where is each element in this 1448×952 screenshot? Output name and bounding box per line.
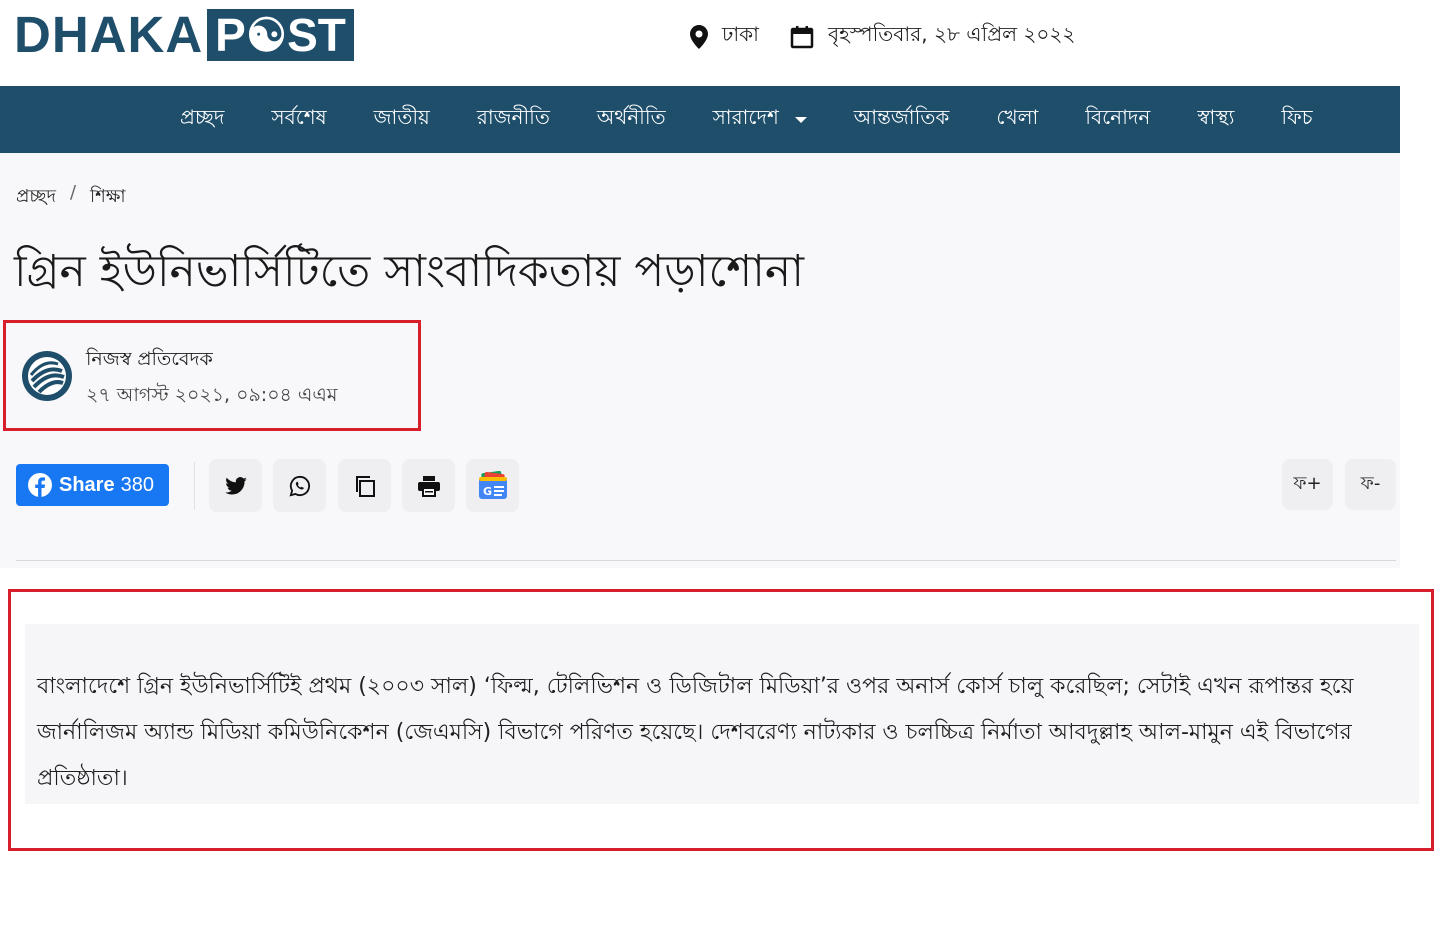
nav-item-sports[interactable]: খেলা bbox=[996, 103, 1038, 136]
nav-item-politics[interactable]: রাজনীতি bbox=[477, 103, 550, 136]
facebook-share-button[interactable]: Share 380 bbox=[16, 464, 169, 506]
logo-text-dhaka: DHAKA bbox=[14, 6, 204, 63]
avatar bbox=[22, 351, 72, 401]
nav-item-feature[interactable]: ফিচ bbox=[1281, 103, 1312, 136]
breadcrumb-current-link[interactable]: শিক্ষা bbox=[90, 182, 126, 213]
location-text: ঢাকা bbox=[722, 22, 759, 46]
nav-item-label: সর্বশেষ bbox=[271, 105, 327, 129]
author-name[interactable]: নিজস্ব প্রতিবেদক bbox=[86, 345, 213, 377]
main-nav: প্রচ্ছদ সর্বশেষ জাতীয় রাজনীতি অর্থনীতি … bbox=[0, 86, 1400, 153]
font-decrease-button[interactable]: ফ- bbox=[1345, 459, 1396, 510]
nav-item-health[interactable]: স্বাস্থ্য bbox=[1197, 103, 1234, 136]
nav-item-home[interactable]: প্রচ্ছদ bbox=[180, 103, 224, 136]
publish-date: ২৭ আগস্ট ২০২১, ০৯:০৪ এএম bbox=[86, 384, 338, 406]
article-body-text: বাংলাদেশে গ্রিন ইউনিভার্সিটিই প্রথম (২০০… bbox=[37, 674, 1354, 791]
facebook-share-count: 380 bbox=[120, 473, 154, 496]
location-pin-icon bbox=[690, 24, 708, 49]
nav-item-entertainment[interactable]: বিনোদন bbox=[1085, 103, 1150, 136]
font-increase-button[interactable]: ফ+ bbox=[1282, 459, 1333, 510]
svg-text:G: G bbox=[483, 485, 492, 498]
nav-item-label: অর্থনীতি bbox=[596, 105, 666, 129]
nav-item-latest[interactable]: সর্বশেষ bbox=[271, 103, 326, 136]
whatsapp-share-button[interactable] bbox=[273, 459, 326, 512]
twitter-share-button[interactable] bbox=[209, 459, 262, 512]
print-icon bbox=[417, 475, 440, 497]
article-body-box: বাংলাদেশে গ্রিন ইউনিভার্সিটিই প্রথম (২০০… bbox=[8, 589, 1434, 851]
breadcrumb-home-link[interactable]: প্রচ্ছদ bbox=[16, 182, 56, 213]
chevron-down-icon bbox=[794, 116, 807, 123]
facebook-icon bbox=[28, 473, 52, 497]
author-info-box: নিজস্ব প্রতিবেদক ২৭ আগস্ট ২০২১, ০৯:০৪ এএ… bbox=[3, 320, 421, 431]
article-title: গ্রিন ইউনিভার্সিটিতে সাংবাদিকতায় পড়াশো… bbox=[14, 246, 804, 297]
nav-item-label: রাজনীতি bbox=[476, 105, 550, 129]
print-button[interactable] bbox=[402, 459, 455, 512]
whatsapp-icon bbox=[289, 475, 310, 496]
calendar-icon bbox=[790, 25, 814, 48]
breadcrumb: প্রচ্ছদ / শিক্ষা bbox=[16, 182, 126, 213]
nav-item-label: প্রচ্ছদ bbox=[180, 105, 225, 129]
nav-item-national[interactable]: জাতীয় bbox=[374, 103, 430, 136]
nav-item-label: বিনোদন bbox=[1085, 105, 1151, 129]
nav-item-economy[interactable]: অর্থনীতি bbox=[597, 103, 666, 136]
nav-item-label: খেলা bbox=[996, 105, 1039, 129]
site-logo[interactable]: DHAKA P☯ST bbox=[14, 9, 354, 61]
google-news-icon: G bbox=[478, 470, 507, 499]
google-news-button[interactable]: G bbox=[466, 459, 519, 512]
article-body-background: বাংলাদেশে গ্রিন ইউনিভার্সিটিই প্রথম (২০০… bbox=[25, 624, 1419, 804]
logo-text-post: P☯ST bbox=[207, 9, 354, 61]
nav-item-label: আন্তর্জাতিক bbox=[853, 105, 950, 129]
nav-item-label: ফিচ bbox=[1281, 105, 1313, 129]
section-divider bbox=[16, 560, 1396, 561]
breadcrumb-separator: / bbox=[69, 182, 77, 203]
date-info: বৃহস্পতিবার, ২৮ এপ্রিল ২০২২ bbox=[790, 20, 1075, 53]
share-divider bbox=[194, 462, 195, 510]
nav-item-international[interactable]: আন্তর্জাতিক bbox=[854, 103, 950, 136]
facebook-share-label: Share bbox=[59, 473, 115, 496]
twitter-icon bbox=[224, 476, 247, 494]
nav-item-label: জাতীয় bbox=[373, 105, 430, 129]
author-logo-icon bbox=[24, 353, 70, 399]
location-info: ঢাকা bbox=[690, 20, 759, 53]
copy-icon bbox=[355, 475, 375, 497]
copy-link-button[interactable] bbox=[338, 459, 391, 512]
nav-item-label: স্বাস্থ্য bbox=[1197, 105, 1235, 129]
date-text: বৃহস্পতিবার, ২৮ এপ্রিল ২০২২ bbox=[828, 22, 1076, 46]
nav-item-country[interactable]: সারাদেশ bbox=[713, 103, 807, 136]
top-header: DHAKA P☯ST ঢাকা বৃহস্পতিবার, ২৮ এপ্রিল ২… bbox=[0, 0, 1400, 86]
nav-item-label: সারাদেশ bbox=[712, 105, 779, 129]
